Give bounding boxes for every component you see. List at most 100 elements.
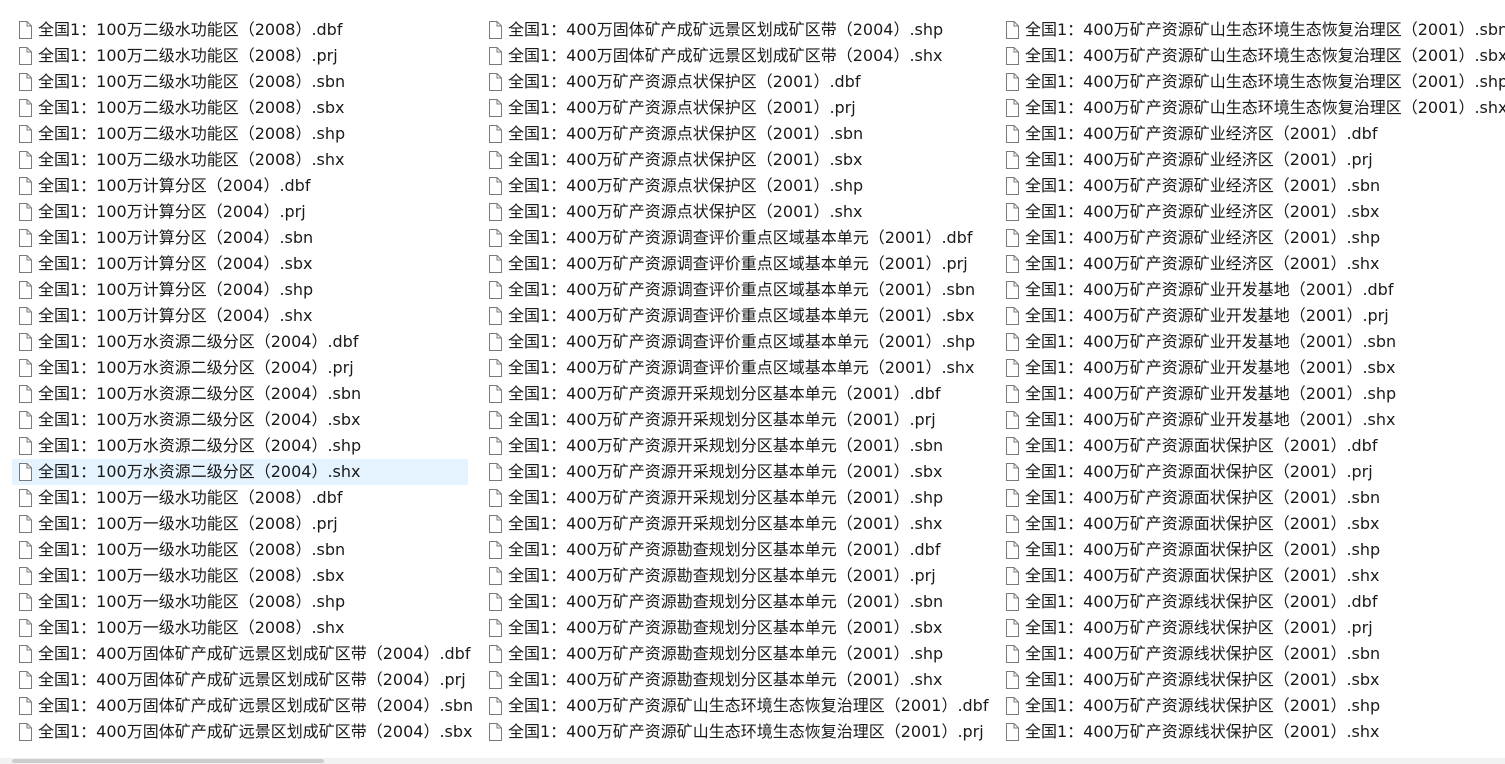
file-item[interactable]: 全国1：400万矿产资源矿业经济区（2001）.dbf: [999, 121, 1505, 147]
file-item[interactable]: 全国1：400万矿产资源矿业开发基地（2001）.sbn: [999, 329, 1505, 355]
file-item[interactable]: 全国1：400万矿产资源矿业开发基地（2001）.shx: [999, 407, 1505, 433]
file-item[interactable]: 全国1：100万二级水功能区（2008）.dbf: [12, 17, 468, 43]
file-item[interactable]: 全国1：400万矿产资源矿业经济区（2001）.prj: [999, 147, 1505, 173]
file-item[interactable]: 全国1：400万矿产资源矿山生态环境生态恢复治理区（2001）.dbf: [482, 693, 992, 719]
file-name: 全国1：100万一级水功能区（2008）.dbf: [38, 488, 343, 507]
file-item[interactable]: 全国1：400万矿产资源面状保护区（2001）.shx: [999, 563, 1505, 589]
file-icon: [18, 125, 32, 143]
file-item[interactable]: 全国1：400万矿产资源面状保护区（2001）.shp: [999, 537, 1505, 563]
file-icon: [18, 359, 32, 377]
file-item[interactable]: 全国1：400万矿产资源矿业开发基地（2001）.dbf: [999, 277, 1505, 303]
file-item[interactable]: 全国1：400万固体矿产成矿远景区划成矿区带（2004）.dbf: [12, 641, 470, 667]
file-item[interactable]: 全国1：400万矿产资源点状保护区（2001）.sbn: [482, 121, 992, 147]
file-item[interactable]: 全国1：400万矿产资源调查评价重点区域基本单元（2001）.prj: [482, 251, 992, 277]
file-item[interactable]: 全国1：100万一级水功能区（2008）.shx: [12, 615, 468, 641]
file-item[interactable]: 全国1：400万矿产资源勘查规划分区基本单元（2001）.shp: [482, 641, 992, 667]
file-item[interactable]: 全国1：400万矿产资源调查评价重点区域基本单元（2001）.sbx: [482, 303, 992, 329]
file-icon: [1005, 255, 1019, 273]
file-item[interactable]: 全国1：400万矿产资源点状保护区（2001）.shx: [482, 199, 992, 225]
file-name: 全国1：400万矿产资源点状保护区（2001）.sbn: [508, 124, 864, 143]
file-item[interactable]: 全国1：400万矿产资源点状保护区（2001）.dbf: [482, 69, 992, 95]
file-item[interactable]: 全国1：100万二级水功能区（2008）.sbx: [12, 95, 468, 121]
file-item[interactable]: 全国1：400万矿产资源开采规划分区基本单元（2001）.shp: [482, 485, 992, 511]
file-item[interactable]: 全国1：100万水资源二级分区（2004）.sbx: [12, 407, 468, 433]
file-item[interactable]: 全国1：400万矿产资源线状保护区（2001）.shp: [999, 693, 1505, 719]
file-icon: [1005, 567, 1019, 585]
file-item[interactable]: 全国1：400万矿产资源矿业经济区（2001）.shx: [999, 251, 1505, 277]
file-item[interactable]: 全国1：400万矿产资源勘查规划分区基本单元（2001）.dbf: [482, 537, 992, 563]
file-item[interactable]: 全国1：400万矿产资源勘查规划分区基本单元（2001）.shx: [482, 667, 992, 693]
file-item[interactable]: 全国1：100万二级水功能区（2008）.shx: [12, 147, 468, 173]
file-item[interactable]: 全国1：400万矿产资源点状保护区（2001）.sbx: [482, 147, 992, 173]
file-item[interactable]: 全国1：100万计算分区（2004）.sbx: [12, 251, 468, 277]
file-name: 全国1：400万矿产资源矿业经济区（2001）.sbn: [1025, 176, 1381, 195]
file-item[interactable]: 全国1：400万矿产资源开采规划分区基本单元（2001）.dbf: [482, 381, 992, 407]
file-item[interactable]: 全国1：100万水资源二级分区（2004）.sbn: [12, 381, 468, 407]
file-item[interactable]: 全国1：400万矿产资源矿山生态环境生态恢复治理区（2001）.shx: [999, 95, 1505, 121]
file-item[interactable]: 全国1：100万一级水功能区（2008）.sbn: [12, 537, 468, 563]
file-item[interactable]: 全国1：400万矿产资源面状保护区（2001）.dbf: [999, 433, 1505, 459]
file-item[interactable]: 全国1：400万矿产资源面状保护区（2001）.sbn: [999, 485, 1505, 511]
file-item[interactable]: 全国1：400万固体矿产成矿远景区划成矿区带（2004）.sbn: [12, 693, 473, 719]
file-name: 全国1：400万矿产资源点状保护区（2001）.shx: [508, 202, 863, 221]
file-name: 全国1：100万水资源二级分区（2004）.prj: [38, 358, 354, 377]
file-item[interactable]: 全国1：400万矿产资源勘查规划分区基本单元（2001）.prj: [482, 563, 992, 589]
file-item[interactable]: 全国1：400万矿产资源线状保护区（2001）.sbx: [999, 667, 1505, 693]
file-icon: [1005, 229, 1019, 247]
file-item[interactable]: 全国1：400万矿产资源线状保护区（2001）.sbn: [999, 641, 1505, 667]
file-item[interactable]: 全国1：400万矿产资源调查评价重点区域基本单元（2001）.shp: [482, 329, 992, 355]
file-icon: [1005, 125, 1019, 143]
file-item[interactable]: 全国1：100万计算分区（2004）.shx: [12, 303, 468, 329]
file-item[interactable]: 全国1：400万矿产资源调查评价重点区域基本单元（2001）.dbf: [482, 225, 992, 251]
file-item[interactable]: 全国1：400万矿产资源线状保护区（2001）.prj: [999, 615, 1505, 641]
file-item[interactable]: 全国1：400万矿产资源点状保护区（2001）.shp: [482, 173, 992, 199]
file-item[interactable]: 全国1：400万矿产资源开采规划分区基本单元（2001）.prj: [482, 407, 992, 433]
file-item[interactable]: 全国1：100万水资源二级分区（2004）.shx: [12, 459, 468, 485]
file-item[interactable]: 全国1：100万二级水功能区（2008）.prj: [12, 43, 468, 69]
file-item[interactable]: 全国1：400万矿产资源矿业开发基地（2001）.prj: [999, 303, 1505, 329]
file-item[interactable]: 全国1：100万一级水功能区（2008）.shp: [12, 589, 468, 615]
file-item[interactable]: 全国1：100万计算分区（2004）.shp: [12, 277, 468, 303]
horizontal-scrollbar[interactable]: [0, 758, 1505, 764]
file-item[interactable]: 全国1：100万水资源二级分区（2004）.shp: [12, 433, 468, 459]
file-item[interactable]: 全国1：400万矿产资源勘查规划分区基本单元（2001）.sbx: [482, 615, 992, 641]
file-item[interactable]: 全国1：400万矿产资源开采规划分区基本单元（2001）.sbx: [482, 459, 992, 485]
file-item[interactable]: 全国1：100万计算分区（2004）.prj: [12, 199, 468, 225]
file-item[interactable]: 全国1：400万固体矿产成矿远景区划成矿区带（2004）.shx: [482, 43, 992, 69]
file-item[interactable]: 全国1：400万矿产资源线状保护区（2001）.shx: [999, 719, 1505, 745]
file-item[interactable]: 全国1：400万矿产资源矿山生态环境生态恢复治理区（2001）.shp: [999, 69, 1505, 95]
file-item[interactable]: 全国1：400万矿产资源面状保护区（2001）.sbx: [999, 511, 1505, 537]
file-icon: [18, 671, 32, 689]
file-item[interactable]: 全国1：100万计算分区（2004）.dbf: [12, 173, 468, 199]
file-name: 全国1：400万矿产资源面状保护区（2001）.dbf: [1025, 436, 1378, 455]
file-item[interactable]: 全国1：100万水资源二级分区（2004）.dbf: [12, 329, 468, 355]
file-item[interactable]: 全国1：100万计算分区（2004）.sbn: [12, 225, 468, 251]
file-item[interactable]: 全国1：400万矿产资源调查评价重点区域基本单元（2001）.shx: [482, 355, 992, 381]
file-item[interactable]: 全国1：100万一级水功能区（2008）.sbx: [12, 563, 468, 589]
file-item[interactable]: 全国1：400万矿产资源面状保护区（2001）.prj: [999, 459, 1505, 485]
file-item[interactable]: 全国1：400万矿产资源矿山生态环境生态恢复治理区（2001）.prj: [482, 719, 992, 745]
file-item[interactable]: 全国1：400万矿产资源矿业经济区（2001）.sbx: [999, 199, 1505, 225]
file-item[interactable]: 全国1：100万二级水功能区（2008）.shp: [12, 121, 468, 147]
file-item[interactable]: 全国1：400万固体矿产成矿远景区划成矿区带（2004）.sbx: [12, 719, 473, 745]
file-item[interactable]: 全国1：400万矿产资源矿山生态环境生态恢复治理区（2001）.sbn: [999, 17, 1505, 43]
file-item[interactable]: 全国1：400万矿产资源调查评价重点区域基本单元（2001）.sbn: [482, 277, 992, 303]
file-item[interactable]: 全国1：400万矿产资源开采规划分区基本单元（2001）.sbn: [482, 433, 992, 459]
file-item[interactable]: 全国1：400万固体矿产成矿远景区划成矿区带（2004）.prj: [12, 667, 468, 693]
file-item[interactable]: 全国1：400万矿产资源矿业经济区（2001）.sbn: [999, 173, 1505, 199]
file-item[interactable]: 全国1：400万矿产资源勘查规划分区基本单元（2001）.sbn: [482, 589, 992, 615]
file-item[interactable]: 全国1：400万矿产资源线状保护区（2001）.dbf: [999, 589, 1505, 615]
file-item[interactable]: 全国1：400万矿产资源点状保护区（2001）.prj: [482, 95, 992, 121]
file-item[interactable]: 全国1：400万矿产资源矿业经济区（2001）.shp: [999, 225, 1505, 251]
file-item[interactable]: 全国1：400万固体矿产成矿远景区划成矿区带（2004）.shp: [482, 17, 992, 43]
file-item[interactable]: 全国1：400万矿产资源矿山生态环境生态恢复治理区（2001）.sbx: [999, 43, 1505, 69]
file-icon: [488, 359, 502, 377]
scrollbar-thumb[interactable]: [12, 759, 324, 763]
file-item[interactable]: 全国1：400万矿产资源矿业开发基地（2001）.shp: [999, 381, 1505, 407]
file-item[interactable]: 全国1：100万二级水功能区（2008）.sbn: [12, 69, 468, 95]
file-item[interactable]: 全国1：100万水资源二级分区（2004）.prj: [12, 355, 468, 381]
file-item[interactable]: 全国1：100万一级水功能区（2008）.dbf: [12, 485, 468, 511]
file-item[interactable]: 全国1：400万矿产资源矿业开发基地（2001）.sbx: [999, 355, 1505, 381]
file-item[interactable]: 全国1：400万矿产资源开采规划分区基本单元（2001）.shx: [482, 511, 992, 537]
file-item[interactable]: 全国1：100万一级水功能区（2008）.prj: [12, 511, 468, 537]
